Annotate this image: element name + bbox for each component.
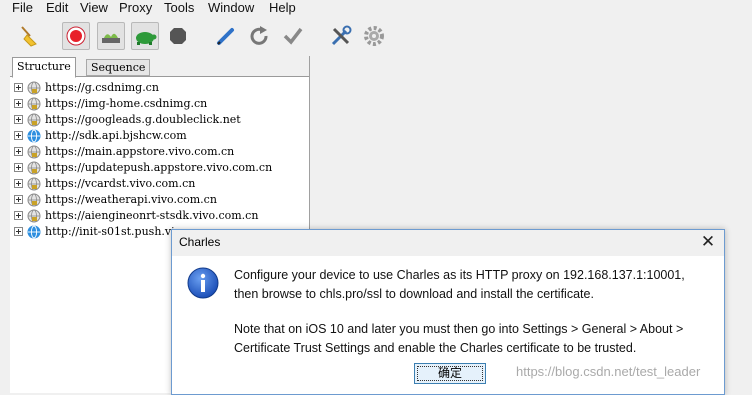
- tree-row[interactable]: http://sdk.api.bjshcw.com: [14, 128, 306, 144]
- tree-row[interactable]: https://vcardst.vivo.com.cn: [14, 176, 306, 192]
- message-line: Configure your device to use Charles as …: [234, 268, 685, 282]
- https-globe-icon: [27, 81, 41, 95]
- expand-toggle[interactable]: [14, 83, 23, 92]
- settings-gear-icon: [364, 26, 384, 46]
- message-line: Note that on iOS 10 and later you must t…: [234, 322, 684, 336]
- expand-toggle[interactable]: [14, 179, 23, 188]
- tools-icon: [331, 25, 352, 46]
- expand-toggle[interactable]: [14, 147, 23, 156]
- tree-row[interactable]: https://weatherapi.vivo.com.cn: [14, 192, 306, 208]
- expand-toggle[interactable]: [14, 163, 23, 172]
- https-globe-icon: [27, 209, 41, 223]
- info-icon: [187, 267, 219, 299]
- stop-button[interactable]: [165, 23, 191, 49]
- stop-icon: [170, 28, 186, 44]
- host-label: https://g.csdnimg.cn: [45, 81, 159, 94]
- tree-row[interactable]: https://updatepush.appstore.vivo.com.cn: [14, 160, 306, 176]
- settings-button[interactable]: [361, 23, 387, 49]
- host-label: https://updatepush.appstore.vivo.com.cn: [45, 161, 273, 174]
- host-label: https://weatherapi.vivo.com.cn: [45, 193, 217, 206]
- menu-edit[interactable]: Edit: [46, 0, 68, 16]
- tab-structure[interactable]: Structure: [12, 57, 76, 78]
- menu-view[interactable]: View: [80, 0, 108, 16]
- http-globe-icon: [27, 129, 41, 143]
- menu-tools[interactable]: Tools: [164, 0, 194, 16]
- dialog-message-2: Note that on iOS 10 and later you must t…: [234, 320, 714, 358]
- ok-button[interactable]: 确定: [414, 363, 486, 384]
- host-label: http://sdk.api.bjshcw.com: [45, 129, 187, 142]
- tree-row[interactable]: https://googleads.g.doubleclick.net: [14, 112, 306, 128]
- view-tabs: Structure Sequence: [10, 56, 309, 78]
- dialog-message-1: Configure your device to use Charles as …: [234, 266, 714, 304]
- menu-proxy[interactable]: Proxy: [119, 0, 152, 16]
- https-globe-icon: [27, 177, 41, 191]
- dialog-title: Charles: [179, 235, 221, 249]
- https-globe-icon: [27, 145, 41, 159]
- tab-sequence[interactable]: Sequence: [86, 59, 151, 76]
- close-icon[interactable]: ✕: [698, 232, 718, 252]
- host-label: https://img-home.csdnimg.cn: [45, 97, 208, 110]
- repeat-button[interactable]: [246, 23, 272, 49]
- menu-file[interactable]: File: [12, 0, 33, 16]
- refresh-icon: [250, 26, 268, 45]
- https-globe-icon: [27, 97, 41, 111]
- https-globe-icon: [27, 193, 41, 207]
- compose-button[interactable]: [213, 23, 239, 49]
- expand-toggle[interactable]: [14, 99, 23, 108]
- tools-button[interactable]: [328, 23, 354, 49]
- host-tree: https://g.csdnimg.cn https://img-home.cs…: [14, 80, 306, 240]
- expand-toggle[interactable]: [14, 195, 23, 204]
- expand-toggle[interactable]: [14, 131, 23, 140]
- https-globe-icon: [27, 113, 41, 127]
- expand-toggle[interactable]: [14, 227, 23, 236]
- throttle-button[interactable]: [97, 22, 125, 50]
- record-button[interactable]: [62, 22, 90, 50]
- host-label: https://aiengineonrt-stsdk.vivo.com.cn: [45, 209, 259, 222]
- check-icon: [283, 27, 303, 45]
- tree-row[interactable]: https://aiengineonrt-stsdk.vivo.com.cn: [14, 208, 306, 224]
- https-globe-icon: [27, 161, 41, 175]
- host-label: https://vcardst.vivo.com.cn: [45, 177, 196, 190]
- menu-bar: File Edit View Proxy Tools Window Help: [0, 0, 752, 17]
- broom-icon[interactable]: [16, 23, 42, 49]
- tree-row[interactable]: https://g.csdnimg.cn: [14, 80, 306, 96]
- validate-button[interactable]: [280, 23, 306, 49]
- tree-row[interactable]: https://main.appstore.vivo.com.cn: [14, 144, 306, 160]
- host-label: https://main.appstore.vivo.com.cn: [45, 145, 235, 158]
- expand-toggle[interactable]: [14, 211, 23, 220]
- pen-icon: [217, 28, 234, 45]
- message-line: Certificate Trust Settings and enable th…: [234, 341, 637, 355]
- menu-window[interactable]: Window: [208, 0, 254, 16]
- record-icon: [66, 26, 86, 46]
- turtle-icon: [136, 32, 157, 45]
- breakpoints-button[interactable]: [131, 22, 159, 50]
- expand-toggle[interactable]: [14, 115, 23, 124]
- watermark: https://blog.csdn.net/test_leader: [516, 364, 701, 379]
- toolbar: [0, 18, 752, 54]
- throttle-icon: [102, 33, 120, 43]
- http-globe-icon: [27, 225, 41, 239]
- tree-row[interactable]: https://img-home.csdnimg.cn: [14, 96, 306, 112]
- message-line: then browse to chls.pro/ssl to download …: [234, 287, 594, 301]
- host-label: https://googleads.g.doubleclick.net: [45, 113, 241, 126]
- menu-help[interactable]: Help: [269, 0, 296, 16]
